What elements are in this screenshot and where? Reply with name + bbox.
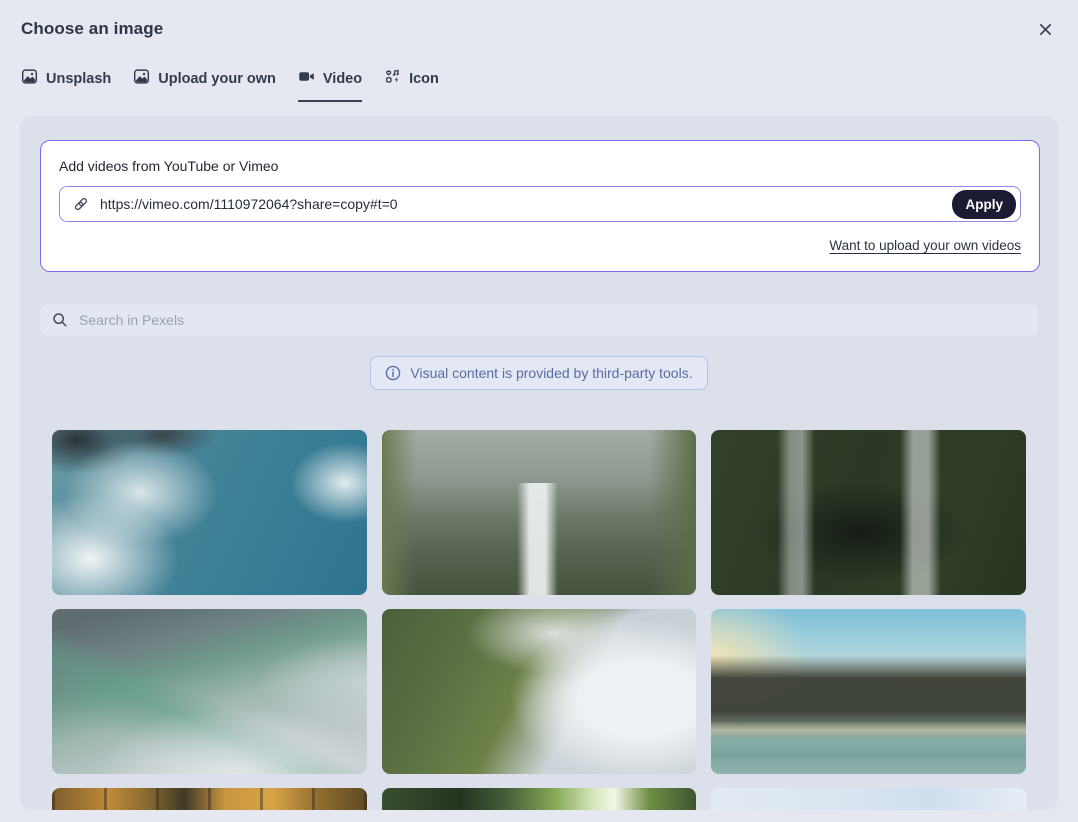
upload-own-videos-link[interactable]: Want to upload your own videos xyxy=(829,238,1021,253)
add-videos-card: Add videos from YouTube or Vimeo Apply W… xyxy=(40,140,1040,272)
search-input[interactable] xyxy=(79,312,1026,328)
image-icon xyxy=(21,68,38,89)
video-thumbnail-horseshoe-falls[interactable] xyxy=(52,609,367,774)
video-url-input[interactable] xyxy=(100,196,952,212)
notice-text: Visual content is provided by third-part… xyxy=(410,365,692,381)
video-camera-icon xyxy=(298,68,315,89)
tab-label: Upload your own xyxy=(158,71,276,87)
video-tab-panel: Add videos from YouTube or Vimeo Apply W… xyxy=(20,116,1058,810)
notice-wrap: Visual content is provided by third-part… xyxy=(20,356,1058,390)
search-bar[interactable] xyxy=(40,304,1038,336)
dialog-title: Choose an image xyxy=(21,19,1054,39)
tab-bar: Unsplash Upload your own Video xyxy=(0,68,1078,102)
tab-video[interactable]: Video xyxy=(298,68,362,102)
close-icon[interactable] xyxy=(1036,20,1054,38)
video-thumbnail-forest-waterfall[interactable] xyxy=(382,430,697,595)
video-results-grid xyxy=(52,430,1026,810)
video-thumbnail-ocean-aerial[interactable] xyxy=(52,430,367,595)
video-thumbnail-autumn-forest[interactable] xyxy=(52,788,367,810)
video-thumbnail-ridge-clouds[interactable] xyxy=(382,609,697,774)
link-icon xyxy=(72,195,90,213)
tab-label: Video xyxy=(323,71,362,87)
video-url-input-row: Apply xyxy=(59,186,1021,222)
upload-link-row: Want to upload your own videos xyxy=(59,237,1021,255)
video-thumbnail-green-canopy[interactable] xyxy=(382,788,697,810)
apply-button[interactable]: Apply xyxy=(952,190,1016,219)
info-icon xyxy=(385,365,401,381)
dialog-header: Choose an image xyxy=(0,0,1078,39)
tab-label: Unsplash xyxy=(46,71,111,87)
tab-upload-your-own[interactable]: Upload your own xyxy=(133,68,276,102)
search-icon xyxy=(52,312,68,328)
add-videos-label: Add videos from YouTube or Vimeo xyxy=(59,158,1021,174)
video-thumbnail-jungle-twin-falls[interactable] xyxy=(711,430,1026,595)
shapes-icon xyxy=(384,68,401,89)
third-party-notice: Visual content is provided by third-part… xyxy=(370,356,707,390)
tab-unsplash[interactable]: Unsplash xyxy=(21,68,111,102)
video-thumbnail-pale-sky[interactable] xyxy=(711,788,1026,810)
video-thumbnail-coast-sunset[interactable] xyxy=(711,609,1026,774)
image-icon xyxy=(133,68,150,89)
tab-icon[interactable]: Icon xyxy=(384,68,439,102)
tab-label: Icon xyxy=(409,71,439,87)
